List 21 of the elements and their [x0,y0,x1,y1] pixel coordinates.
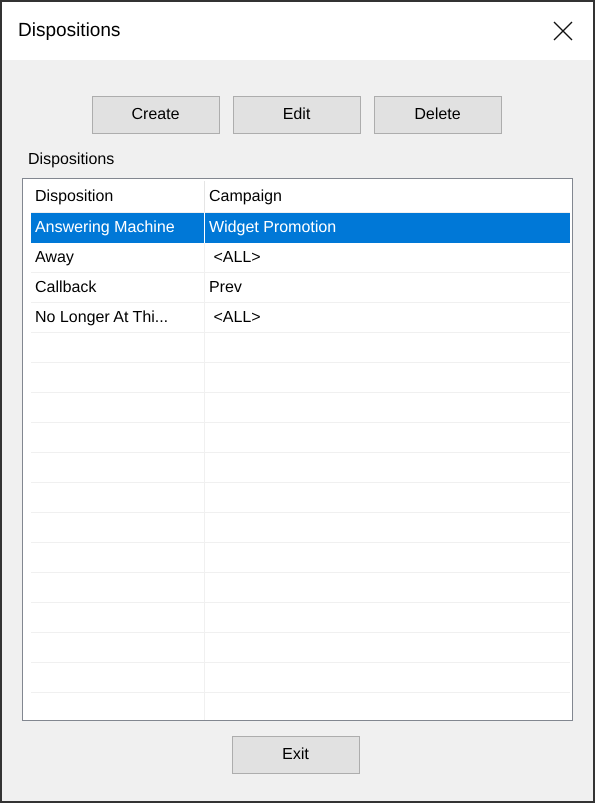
window-title: Dispositions [18,18,120,43]
close-icon[interactable] [553,21,573,41]
table-cell: Callback [31,273,205,302]
list-label: Dispositions [28,150,114,170]
table-cell: Answering Machine [31,213,205,243]
toolbar-button[interactable]: Edit [232,96,360,134]
column-header[interactable]: Campaign [205,181,570,212]
list-row[interactable]: Callback Prev [31,273,570,303]
list-row[interactable]: Away <ALL> [31,243,570,273]
table-cell-text: <ALL> [212,248,262,268]
list-row[interactable]: Answering Machine Widget Promotion [31,213,570,243]
table-cell-text: Prev [208,278,243,298]
column-header[interactable]: Disposition [31,181,205,212]
table-cell: No Longer At Thi... [31,303,205,332]
toolbar-button[interactable]: Delete [374,96,502,134]
exit-button[interactable]: Exit [232,736,360,774]
table-cell: Away [31,243,205,272]
list-row[interactable]: No Longer At Thi... <ALL> [31,303,570,333]
table-cell-text: <ALL> [212,308,262,328]
toolbar-button[interactable]: Create [92,96,220,134]
table-cell-text: Widget Promotion [208,218,338,238]
